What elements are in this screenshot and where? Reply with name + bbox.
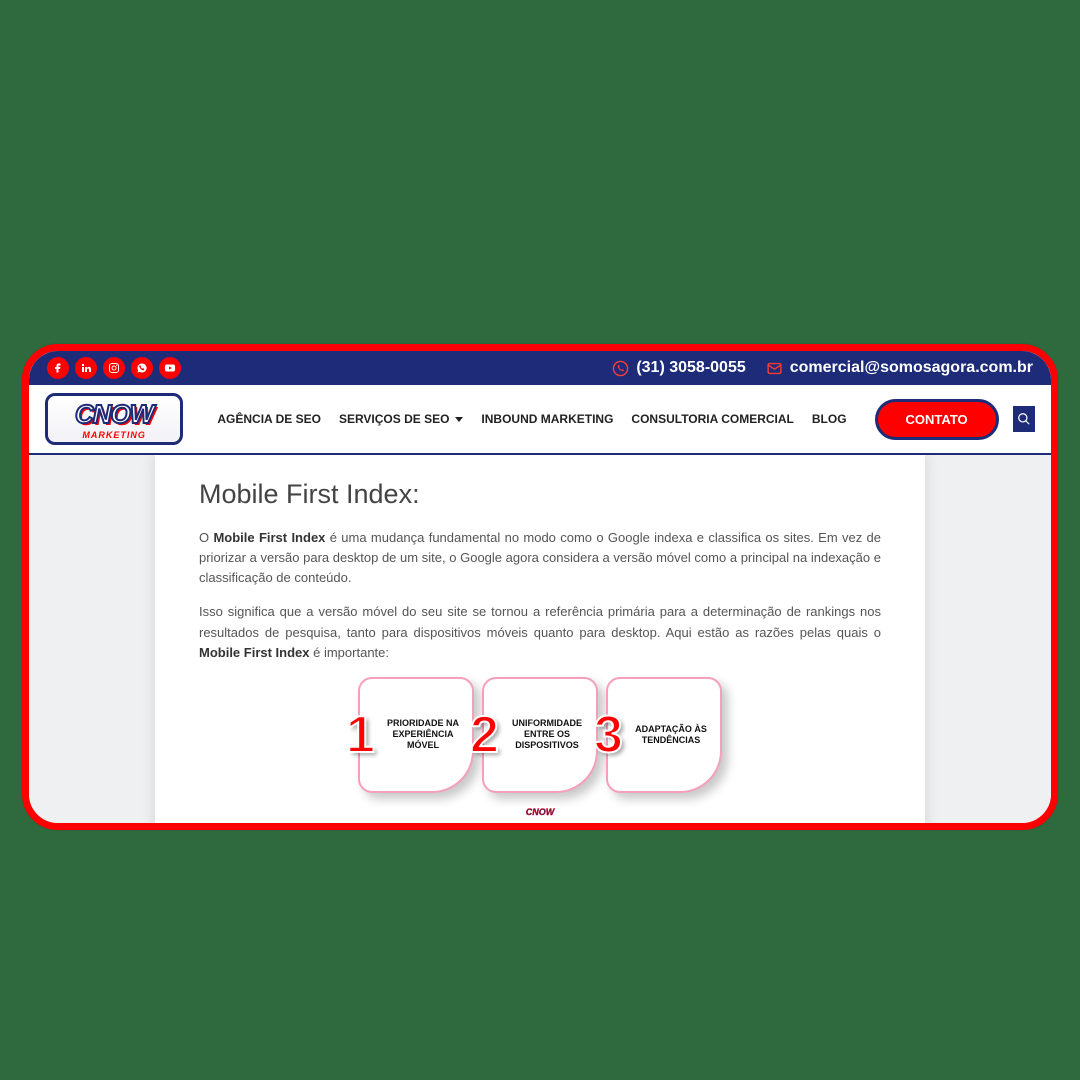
content-card: Mobile First Index: O Mobile First Index… bbox=[155, 455, 925, 827]
whatsapp-icon[interactable] bbox=[131, 357, 153, 379]
p2-bold: Mobile First Index bbox=[199, 645, 310, 660]
nav-consultoria[interactable]: CONSULTORIA COMERCIAL bbox=[631, 412, 793, 426]
content-area: Mobile First Index: O Mobile First Index… bbox=[29, 455, 1051, 827]
topbar: (31) 3058-0055 comercial@somosagora.com.… bbox=[29, 351, 1051, 385]
email-text: comercial@somosagora.com.br bbox=[790, 359, 1033, 377]
nav-agencia[interactable]: AGÊNCIA DE SEO bbox=[217, 412, 321, 426]
logo-sub: MARKETING bbox=[82, 430, 146, 440]
p2-rest: é importante: bbox=[310, 645, 390, 660]
page-title: Mobile First Index: bbox=[199, 479, 881, 510]
nav-servicos[interactable]: SERVIÇOS DE SEO bbox=[339, 412, 463, 426]
p2-pre: Isso significa que a versão móvel do seu… bbox=[199, 604, 881, 639]
phone-icon bbox=[612, 360, 629, 377]
step-3-number: 3 bbox=[594, 705, 623, 765]
contato-button[interactable]: CONTATO bbox=[875, 399, 999, 440]
logo[interactable]: CNOW MARKETING bbox=[45, 393, 183, 445]
nav-inbound[interactable]: INBOUND MARKETING bbox=[481, 412, 613, 426]
app-frame: (31) 3058-0055 comercial@somosagora.com.… bbox=[22, 344, 1058, 830]
main-nav: AGÊNCIA DE SEO SERVIÇOS DE SEO INBOUND M… bbox=[217, 412, 846, 426]
paragraph-1: O Mobile First Index é uma mudança funda… bbox=[199, 528, 881, 588]
linkedin-icon[interactable] bbox=[75, 357, 97, 379]
steps-row: 1 PRIORIDADE NA EXPERIÊNCIA MÓVEL 2 UNIF… bbox=[199, 677, 881, 793]
nav-row: CNOW MARKETING AGÊNCIA DE SEO SERVIÇOS D… bbox=[29, 385, 1051, 455]
social-row bbox=[47, 357, 181, 379]
instagram-icon[interactable] bbox=[103, 357, 125, 379]
search-button[interactable] bbox=[1013, 406, 1035, 432]
nav-blog[interactable]: BLOG bbox=[812, 412, 847, 426]
step-1-label: PRIORIDADE NA EXPERIÊNCIA MÓVEL bbox=[384, 718, 462, 752]
step-3-label: ADAPTAÇÃO ÀS TENDÊNCIAS bbox=[632, 724, 710, 747]
email-link[interactable]: comercial@somosagora.com.br bbox=[766, 359, 1033, 377]
step-1: 1 PRIORIDADE NA EXPERIÊNCIA MÓVEL bbox=[358, 677, 474, 793]
paragraph-2: Isso significa que a versão móvel do seu… bbox=[199, 602, 881, 662]
step-2: 2 UNIFORMIDADE ENTRE OS DISPOSITIVOS bbox=[482, 677, 598, 793]
mail-icon bbox=[766, 360, 783, 377]
topbar-contacts: (31) 3058-0055 comercial@somosagora.com.… bbox=[612, 359, 1033, 377]
youtube-icon[interactable] bbox=[159, 357, 181, 379]
p1-bold: Mobile First Index bbox=[213, 530, 325, 545]
step-2-label: UNIFORMIDADE ENTRE OS DISPOSITIVOS bbox=[508, 718, 586, 752]
p1-pre: O bbox=[199, 530, 213, 545]
step-2-number: 2 bbox=[470, 705, 499, 765]
search-icon bbox=[1017, 412, 1031, 426]
phone-link[interactable]: (31) 3058-0055 bbox=[612, 359, 745, 377]
facebook-icon[interactable] bbox=[47, 357, 69, 379]
mini-logo: CNOW bbox=[512, 807, 568, 817]
step-1-number: 1 bbox=[346, 705, 375, 765]
phone-text: (31) 3058-0055 bbox=[636, 359, 745, 377]
logo-main: CNOW bbox=[75, 399, 153, 430]
step-3: 3 ADAPTAÇÃO ÀS TENDÊNCIAS bbox=[606, 677, 722, 793]
